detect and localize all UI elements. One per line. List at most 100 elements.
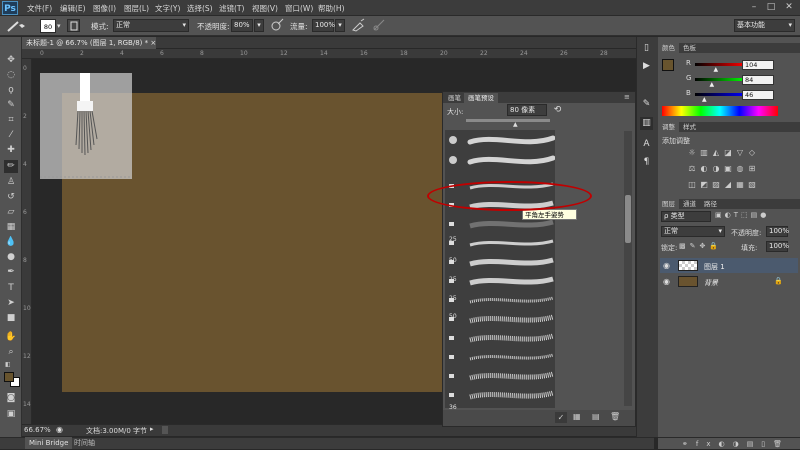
opacity-input[interactable]: 80%	[231, 19, 253, 32]
brush-stroke[interactable]	[469, 219, 554, 229]
brush-tool-preset-icon[interactable]	[5, 19, 25, 33]
brush-stroke[interactable]	[449, 393, 454, 397]
crop-tool-icon[interactable]: ⌗	[4, 114, 18, 127]
delete-brush-icon[interactable]: 🗑	[610, 412, 620, 421]
tab-layers[interactable]: 图层	[658, 199, 679, 209]
brush-stroke[interactable]	[469, 333, 554, 343]
brush-stroke[interactable]	[467, 135, 556, 145]
menu-type[interactable]: 文字(Y)	[155, 3, 180, 14]
brush-list-scrollbar[interactable]	[624, 131, 632, 406]
zoom-level[interactable]: 66.67%	[24, 426, 51, 434]
minimize-button[interactable]: –	[746, 1, 762, 14]
flow-input[interactable]: 100%	[312, 19, 335, 32]
document-tab[interactable]: 未标题-1 @ 66.7% (图层 1, RGB/8) * ×	[22, 37, 156, 49]
brush-stroke[interactable]	[449, 374, 454, 378]
menu-edit[interactable]: 编辑(E)	[60, 3, 86, 14]
toggle-brush-panel-icon[interactable]: ✓	[555, 412, 567, 423]
hand-tool-icon[interactable]: ✋	[4, 331, 18, 344]
brush-stroke[interactable]	[469, 390, 554, 400]
pen-tool-icon[interactable]: ✒	[4, 266, 18, 279]
history-brush-tool-icon[interactable]: ↺	[4, 191, 18, 204]
tab-brush-presets[interactable]: 画笔预设	[464, 93, 498, 103]
color-channel-slider[interactable]	[695, 63, 745, 66]
menu-select[interactable]: 选择(S)	[187, 3, 213, 14]
color-spectrum-ramp[interactable]	[662, 106, 778, 116]
tab-paths[interactable]: 路径	[700, 200, 721, 208]
reset-size-icon[interactable]: ⟲	[551, 105, 564, 117]
brush-size-slider[interactable]	[466, 119, 550, 122]
color-channel-value[interactable]: 84	[742, 75, 774, 85]
flow-dropdown-button[interactable]: ▾	[335, 19, 345, 32]
adjustment-icon[interactable]: ◪	[723, 148, 733, 158]
chevron-down-icon[interactable]: ▾	[57, 22, 61, 30]
quick-select-tool-icon[interactable]: ✎	[4, 99, 18, 112]
brush-panel-toggle-icon[interactable]	[67, 19, 80, 32]
menu-filter[interactable]: 滤镜(T)	[219, 3, 244, 14]
brush-stroke[interactable]	[469, 353, 554, 361]
color-channel-slider[interactable]	[695, 78, 745, 81]
type-tool-icon[interactable]: T	[4, 282, 18, 295]
adjustment-icon[interactable]: ◇	[747, 148, 757, 158]
brush-stroke[interactable]	[469, 371, 554, 381]
adjustment-icon[interactable]: ◑	[711, 164, 721, 174]
fill-input[interactable]: 100%	[766, 241, 789, 252]
color-channel-value[interactable]: 104	[742, 60, 774, 70]
color-foreground-swatch[interactable]	[662, 59, 674, 71]
adjustment-icon[interactable]: ◢	[723, 180, 733, 190]
clone-stamp-tool-icon[interactable]: ♙	[4, 176, 18, 189]
brush-stroke[interactable]	[449, 336, 454, 340]
info-icon[interactable]: ◉	[56, 425, 63, 434]
adjustment-icon[interactable]: ◩	[699, 180, 709, 190]
menu-image[interactable]: 图像(I)	[93, 3, 116, 14]
brush-stroke[interactable]	[469, 276, 554, 286]
eraser-tool-icon[interactable]: ▱	[4, 206, 18, 219]
adjustment-icon[interactable]: ◭	[711, 148, 721, 158]
path-select-tool-icon[interactable]: ➤	[4, 297, 18, 310]
brush-size-picker[interactable]: 80	[40, 19, 56, 33]
actions-panel-icon[interactable]: ▶	[640, 60, 653, 73]
color-channel-slider-handle[interactable]: ▲	[702, 96, 707, 103]
color-channel-slider-handle[interactable]: ▲	[714, 66, 719, 73]
brush-tool-icon[interactable]: ✏	[4, 160, 18, 173]
adjustment-icon[interactable]: ◫	[687, 180, 697, 190]
layer-filter-select[interactable]: ρ 类型	[661, 211, 711, 222]
eyedropper-tool-icon[interactable]: ⁄	[4, 129, 18, 142]
lasso-tool-icon[interactable]: ϙ	[4, 84, 18, 97]
quick-mask-icon[interactable]: ◙	[4, 392, 18, 405]
layers-footer-icons[interactable]: ⚭fx◐◑▤▯🗑	[658, 437, 800, 449]
blur-tool-icon[interactable]: 💧	[4, 236, 18, 249]
airbrush-icon[interactable]	[351, 18, 365, 32]
menu-help[interactable]: 帮助(H)	[318, 3, 345, 14]
default-colors-icon[interactable]: ◧	[5, 361, 18, 371]
adjustment-icon[interactable]: ▨	[711, 180, 721, 190]
menu-layer[interactable]: 图层(L)	[124, 3, 149, 14]
tab-channels[interactable]: 通道	[679, 200, 700, 208]
adjustment-icon[interactable]: ▣	[723, 164, 733, 174]
brush-size-input[interactable]: 80 像素	[507, 104, 547, 116]
brush-panel-icon[interactable]: ✎	[640, 98, 653, 111]
brush-stroke[interactable]	[449, 355, 454, 359]
tab-color[interactable]: 颜色	[658, 43, 679, 53]
status-menu-arrow-icon[interactable]: ▸	[150, 425, 154, 433]
screen-mode-icon[interactable]: ▣	[4, 408, 18, 421]
brush-stroke[interactable]	[469, 257, 554, 267]
maximize-button[interactable]: □	[763, 1, 779, 14]
mode-select[interactable]: 正常 ▾	[113, 19, 189, 32]
brush-list-scroll-thumb[interactable]	[625, 195, 631, 243]
adjustment-icon[interactable]: ⚖	[687, 164, 697, 174]
opacity-dropdown-button[interactable]: ▾	[254, 19, 264, 32]
color-channel-value[interactable]: 46	[742, 90, 774, 100]
close-window-button[interactable]: ✕	[781, 1, 797, 14]
new-brush-icon[interactable]: ▤	[592, 412, 600, 421]
paragraph-panel-icon[interactable]: ¶	[640, 156, 653, 169]
pressure-size-icon[interactable]	[372, 18, 386, 32]
brush-stroke[interactable]	[449, 136, 457, 144]
brush-stroke[interactable]	[449, 156, 457, 164]
gradient-tool-icon[interactable]: ▦	[4, 221, 18, 234]
visibility-eye-icon[interactable]: ◉	[663, 277, 670, 286]
brush-presets-panel-icon[interactable]: ▥	[640, 117, 653, 130]
tab-brush[interactable]: 画笔	[444, 93, 465, 103]
foreground-color-swatch[interactable]	[4, 372, 14, 382]
lock-icons[interactable]: ▩✎✥🔒	[679, 242, 722, 250]
history-panel-icon[interactable]: ▯	[640, 42, 653, 55]
